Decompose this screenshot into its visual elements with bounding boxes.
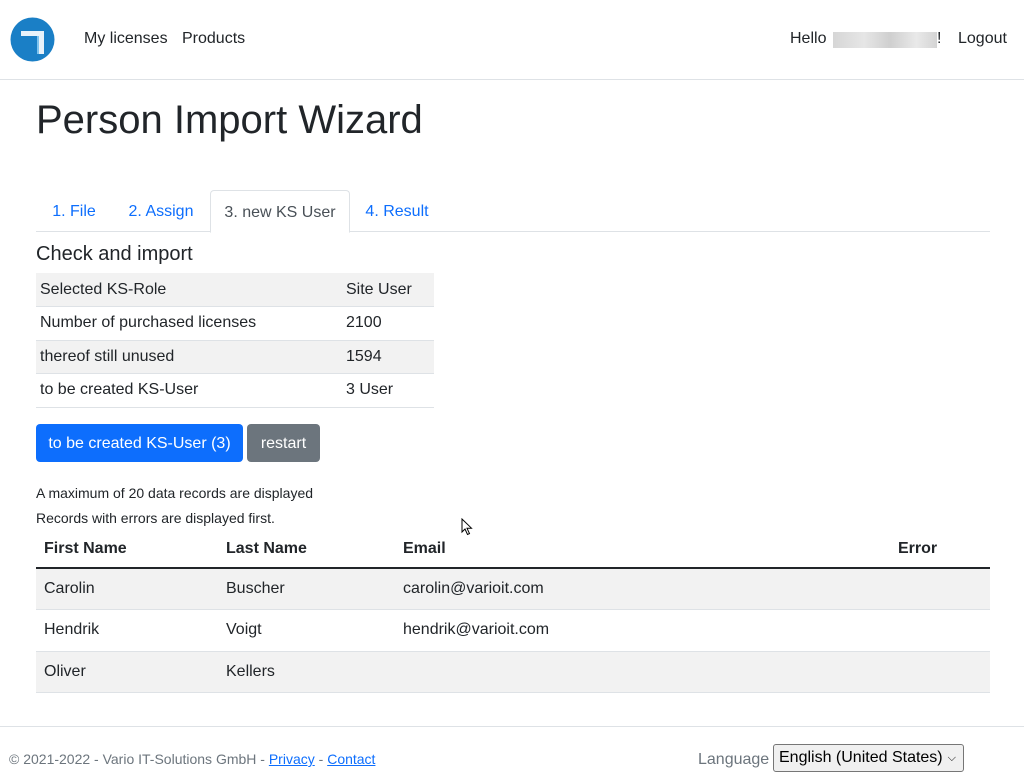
- privacy-link[interactable]: Privacy: [269, 751, 315, 767]
- header-last-name: Last Name: [218, 530, 395, 569]
- language-select[interactable]: English (United States) ⌵: [773, 744, 964, 772]
- navbar: My licenses Products Hello ! Logout: [0, 0, 1024, 80]
- cell-error: [890, 609, 990, 652]
- tab-result[interactable]: 4. Result: [350, 190, 444, 232]
- tab-assign[interactable]: 2. Assign: [112, 190, 210, 232]
- footer: © 2021-2022 - Vario IT-Solutions GmbH - …: [0, 726, 1024, 778]
- logout-link[interactable]: Logout: [958, 30, 1007, 48]
- cell-last-name: Kellers: [218, 651, 395, 693]
- cell-email: carolin@varioit.com: [395, 568, 890, 610]
- nav-my-licenses-link[interactable]: My licenses: [84, 30, 168, 48]
- check-and-import-heading: Check and import: [36, 243, 193, 265]
- tab-new-ks-user[interactable]: 3. new KS User: [210, 190, 350, 233]
- restart-button[interactable]: restart: [247, 424, 320, 462]
- summary-value: Site User: [342, 273, 434, 307]
- cell-last-name: Buscher: [218, 568, 395, 610]
- summary-label: Selected KS-Role: [36, 273, 342, 307]
- summary-row: thereof still unused 1594: [36, 340, 434, 374]
- chevron-down-icon: ⌵: [947, 752, 956, 764]
- cell-first-name: Carolin: [36, 568, 218, 610]
- cell-last-name: Voigt: [218, 609, 395, 652]
- cell-email: hendrik@varioit.com: [395, 609, 890, 652]
- page-title: Person Import Wizard: [36, 98, 423, 142]
- nav-products-link[interactable]: Products: [182, 30, 245, 48]
- summary-table: Selected KS-Role Site User Number of pur…: [36, 273, 434, 408]
- header-email: Email: [395, 530, 890, 569]
- wizard-tabs: 1. File 2. Assign 3. new KS User 4. Resu…: [36, 190, 990, 233]
- footer-separator: -: [318, 751, 324, 767]
- max-records-note: A maximum of 20 data records are display…: [36, 485, 314, 501]
- records-header-row: First Name Last Name Email Error: [36, 530, 990, 569]
- cell-error: [890, 651, 990, 693]
- summary-row: to be created KS-User 3 User: [36, 373, 434, 408]
- summary-value: 1594: [342, 340, 434, 374]
- summary-label: Number of purchased licenses: [36, 306, 342, 341]
- header-first-name: First Name: [36, 530, 218, 569]
- cell-first-name: Oliver: [36, 651, 218, 693]
- table-row: Hendrik Voigt hendrik@varioit.com: [36, 609, 990, 652]
- redacted-username: [833, 32, 937, 48]
- summary-row: Selected KS-Role Site User: [36, 273, 434, 307]
- summary-label: to be created KS-User: [36, 373, 342, 408]
- contact-link[interactable]: Contact: [327, 751, 375, 767]
- summary-value: 2100: [342, 306, 434, 341]
- table-row: Carolin Buscher carolin@varioit.com: [36, 568, 990, 610]
- summary-value: 3 User: [342, 373, 434, 408]
- cell-first-name: Hendrik: [36, 609, 218, 652]
- records-table: First Name Last Name Email Error Carolin…: [36, 530, 990, 693]
- brand-logo-icon[interactable]: [10, 17, 55, 62]
- greeting-text: Hello: [790, 30, 827, 47]
- create-ks-users-button[interactable]: to be created KS-User (3): [36, 424, 243, 462]
- summary-label: thereof still unused: [36, 340, 342, 374]
- copyright-text: © 2021-2022 - Vario IT-Solutions GmbH - …: [9, 751, 375, 767]
- copyright-label: © 2021-2022 - Vario IT-Solutions GmbH -: [9, 751, 265, 767]
- errors-first-note: Records with errors are displayed first.: [36, 510, 275, 526]
- table-row: Oliver Kellers: [36, 651, 990, 693]
- tab-file[interactable]: 1. File: [36, 190, 112, 232]
- language-label: Language: [698, 751, 770, 768]
- header-error: Error: [890, 530, 990, 569]
- summary-row: Number of purchased licenses 2100: [36, 306, 434, 341]
- greeting-end: !: [937, 30, 942, 47]
- language-selected-value: English (United States): [779, 749, 943, 766]
- cell-email: [395, 651, 890, 693]
- cell-error: [890, 568, 990, 610]
